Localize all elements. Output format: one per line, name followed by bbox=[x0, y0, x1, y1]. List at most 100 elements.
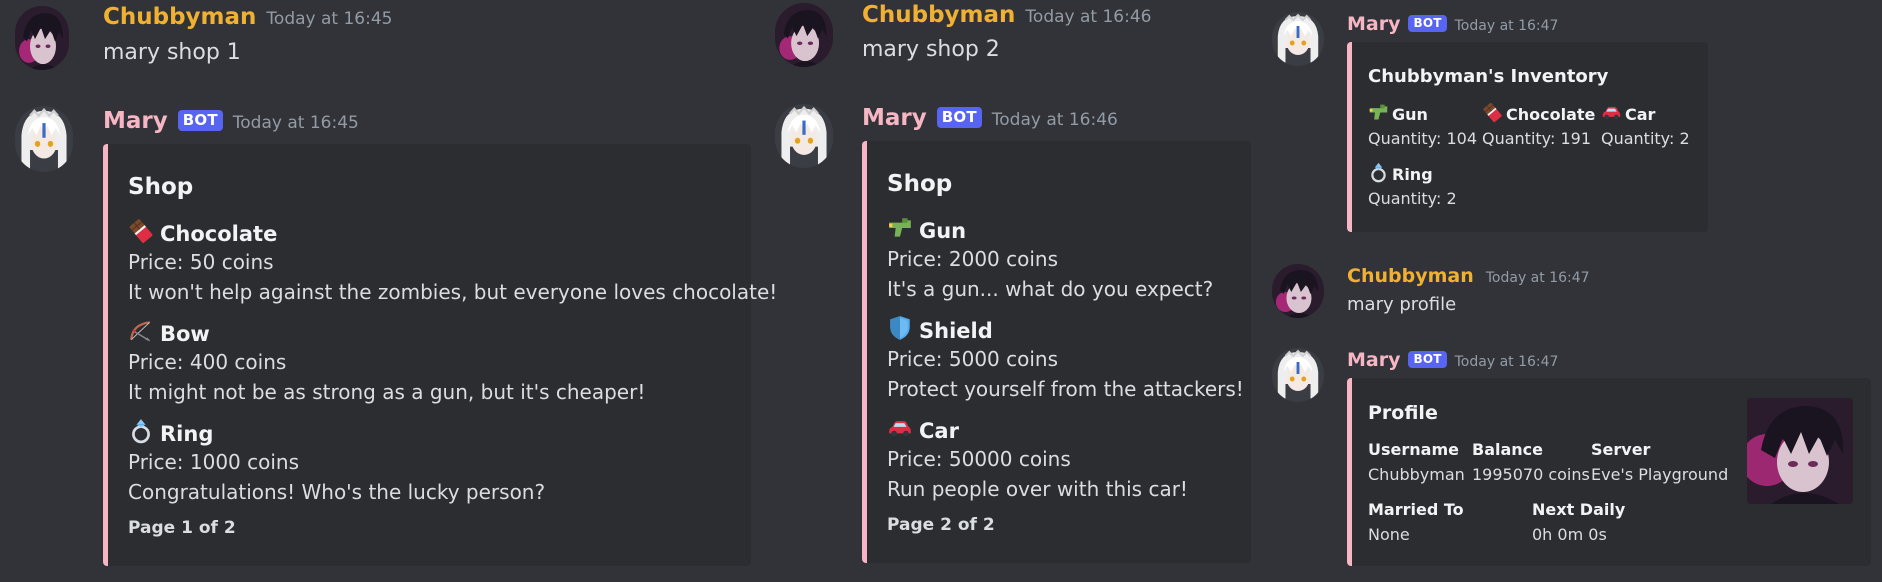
message-header: Mary BOT Today at 16:47 bbox=[1347, 13, 1558, 35]
message-text: mary shop 2 bbox=[862, 37, 1000, 62]
message-header: Chubbyman Today at 16:46 bbox=[862, 2, 1151, 28]
username[interactable]: Mary bbox=[1347, 13, 1400, 35]
item-name: Ring bbox=[1392, 165, 1433, 184]
field-name: Username bbox=[1368, 440, 1459, 459]
item-name: Gun bbox=[919, 219, 967, 243]
username[interactable]: Mary bbox=[1347, 349, 1400, 371]
item-price: Price: 50 coins bbox=[128, 250, 274, 274]
item-name-row: Chocolate bbox=[128, 218, 777, 246]
embed-title: Profile bbox=[1368, 402, 1438, 424]
embed-title: Chubbyman's Inventory bbox=[1368, 66, 1609, 87]
shop-item: Car Price: 50000 coins Run people over w… bbox=[887, 415, 1188, 501]
timestamp: Today at 16:46 bbox=[991, 110, 1118, 130]
bot-avatar[interactable] bbox=[775, 104, 833, 168]
message-header: Mary BOT Today at 16:46 bbox=[862, 105, 1118, 131]
item-name: Chocolate bbox=[1506, 105, 1596, 124]
item-name-row: Gun bbox=[887, 215, 1213, 243]
item-name: Car bbox=[1625, 105, 1656, 124]
bot-badge: BOT bbox=[1408, 15, 1447, 32]
item-name-row: Shield bbox=[887, 315, 1244, 343]
field-value: Chubbyman bbox=[1368, 465, 1465, 484]
item-name-row: Bow bbox=[128, 318, 645, 346]
shop-item: Chocolate Price: 50 coins It won't help … bbox=[128, 218, 777, 304]
username[interactable]: Mary bbox=[103, 108, 168, 134]
item-name: Chocolate bbox=[160, 222, 278, 246]
bot-avatar[interactable] bbox=[1272, 12, 1324, 66]
field-value: 0h 0m 0s bbox=[1532, 525, 1607, 544]
field-name: Next Daily bbox=[1532, 500, 1626, 519]
item-description: Run people over with this car! bbox=[887, 477, 1188, 501]
profile-field: Server Eve's Playground bbox=[1591, 440, 1728, 484]
item-name: Gun bbox=[1392, 105, 1428, 124]
username[interactable]: Mary bbox=[862, 105, 927, 131]
timestamp: Today at 16:46 bbox=[1025, 7, 1152, 27]
timestamp: Today at 16:47 bbox=[1485, 270, 1590, 286]
timestamp: Today at 16:47 bbox=[1454, 18, 1559, 34]
item-price: Price: 5000 coins bbox=[887, 347, 1059, 371]
item-description: It won't help against the zombies, but e… bbox=[128, 280, 778, 304]
username[interactable]: Chubbyman bbox=[862, 2, 1015, 28]
user-avatar[interactable] bbox=[1272, 264, 1324, 318]
item-name: Ring bbox=[160, 422, 214, 446]
username[interactable]: Chubbyman bbox=[1347, 265, 1474, 287]
bot-badge: BOT bbox=[936, 107, 982, 128]
item-description: Congratulations! Who's the lucky person? bbox=[128, 480, 546, 504]
profile-thumbnail[interactable] bbox=[1747, 398, 1853, 504]
bot-avatar[interactable] bbox=[1272, 348, 1324, 402]
message-column-1: Chubbyman Today at 16:45 mary shop 1 Mar… bbox=[0, 0, 777, 582]
bot-avatar[interactable] bbox=[15, 106, 73, 172]
timestamp: Today at 16:47 bbox=[1454, 354, 1559, 370]
item-name: Bow bbox=[160, 322, 210, 346]
inventory-item: Ring Quantity: 2 bbox=[1368, 162, 1457, 208]
field-value: None bbox=[1368, 525, 1410, 544]
message-column-3: Mary BOT Today at 16:47 Chubbyman's Inve… bbox=[1260, 0, 1882, 582]
embed-title: Shop bbox=[128, 174, 194, 200]
item-name-row: Car bbox=[887, 415, 1188, 443]
username[interactable]: Chubbyman bbox=[103, 4, 256, 30]
item-name-row: Car bbox=[1601, 102, 1690, 124]
shop-embed: Shop Gun Price: 2000 coins It's a gun...… bbox=[862, 141, 1251, 563]
message-header: Chubbyman Today at 16:45 bbox=[103, 4, 392, 30]
car-icon bbox=[1601, 102, 1622, 123]
message-header: Mary BOT Today at 16:45 bbox=[103, 108, 359, 134]
inventory-embed: Chubbyman's Inventory Gun Quantity: 104 … bbox=[1347, 42, 1708, 232]
user-avatar[interactable] bbox=[775, 3, 833, 67]
shield-icon bbox=[887, 315, 913, 341]
item-name: Shield bbox=[919, 319, 993, 343]
item-name-row: Gun bbox=[1368, 102, 1477, 124]
timestamp: Today at 16:45 bbox=[232, 113, 359, 133]
shop-item: Ring Price: 1000 coins Congratulations! … bbox=[128, 418, 545, 504]
item-name-row: Ring bbox=[128, 418, 545, 446]
car-icon bbox=[887, 415, 913, 441]
shop-item: Shield Price: 5000 coins Protect yoursel… bbox=[887, 315, 1244, 401]
item-description: It might not be as strong as a gun, but … bbox=[128, 380, 646, 404]
inventory-item: Gun Quantity: 104 bbox=[1368, 102, 1477, 148]
item-name-row: Ring bbox=[1368, 162, 1457, 184]
timestamp: Today at 16:45 bbox=[266, 9, 393, 29]
shop-item: Bow Price: 400 coins It might not be as … bbox=[128, 318, 645, 404]
field-name: Server bbox=[1591, 440, 1651, 459]
profile-embed: Profile Username Chubbyman Balance 19950… bbox=[1347, 378, 1871, 566]
ring-icon bbox=[128, 418, 154, 444]
profile-field: Next Daily 0h 0m 0s bbox=[1532, 500, 1625, 544]
profile-field: Married To None bbox=[1368, 500, 1464, 544]
item-price: Price: 2000 coins bbox=[887, 247, 1059, 271]
shop-item: Gun Price: 2000 coins It's a gun... what… bbox=[887, 215, 1213, 301]
water-gun-icon bbox=[1368, 102, 1389, 123]
inventory-item: Car Quantity: 2 bbox=[1601, 102, 1690, 148]
message-text: mary profile bbox=[1347, 294, 1457, 315]
message-column-2: Chubbyman Today at 16:46 mary shop 2 Mar… bbox=[760, 0, 1260, 582]
item-quantity: Quantity: 2 bbox=[1368, 189, 1457, 208]
field-name: Married To bbox=[1368, 500, 1464, 519]
item-quantity: Quantity: 191 bbox=[1482, 129, 1591, 148]
item-price: Price: 50000 coins bbox=[887, 447, 1071, 471]
field-name: Balance bbox=[1472, 440, 1543, 459]
profile-field: Balance 1995070 coins bbox=[1472, 440, 1590, 484]
bot-badge: BOT bbox=[177, 110, 223, 131]
ring-icon bbox=[1368, 162, 1389, 183]
embed-footer: Page 1 of 2 bbox=[128, 518, 236, 538]
message-header: Chubbyman Today at 16:47 bbox=[1347, 265, 1590, 287]
item-name: Car bbox=[919, 419, 959, 443]
user-avatar[interactable] bbox=[15, 6, 69, 70]
bow-icon bbox=[128, 318, 154, 344]
